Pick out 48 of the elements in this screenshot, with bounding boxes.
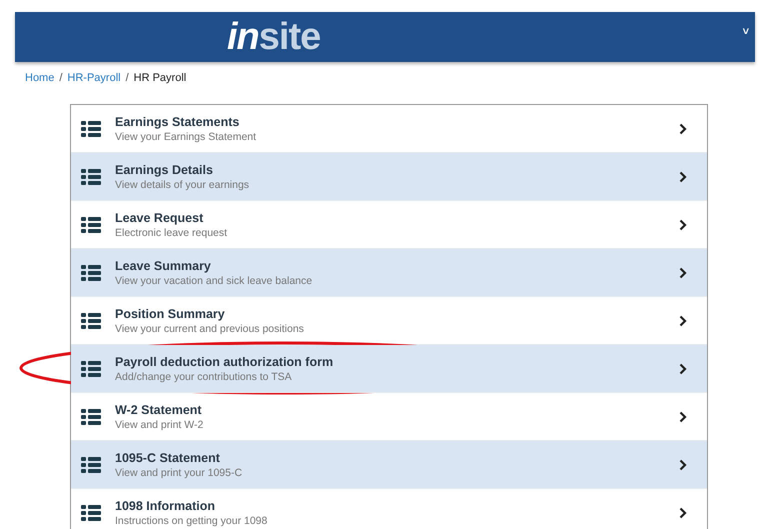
- item-description: View your vacation and sick leave balance: [115, 274, 314, 286]
- item-title: 1098 Information: [115, 498, 216, 512]
- item-title: W-2 Statement: [115, 402, 203, 416]
- item-title: Payroll deduction authorization form: [115, 354, 334, 368]
- chevron-right-icon: [679, 122, 687, 134]
- chevron-right-icon: [679, 410, 687, 422]
- chevron-right-icon: [679, 458, 687, 470]
- breadcrumb-separator: /: [59, 72, 62, 86]
- list-icon: [81, 264, 101, 280]
- chevron-right-icon: [679, 218, 687, 230]
- item-description: View your current and previous positions: [115, 322, 305, 334]
- list-icon: [81, 408, 101, 424]
- list-icon: [81, 120, 101, 136]
- chevron-right-icon: [679, 266, 687, 278]
- menu-item[interactable]: 1095-C Statement View and print your 1095-C: [71, 441, 707, 489]
- chevron-right-icon: [679, 314, 687, 326]
- chevron-right-icon: [679, 170, 687, 182]
- breadcrumb-current: HR Payroll: [134, 72, 186, 86]
- chevron-right-icon: [679, 506, 687, 518]
- logo[interactable]: insite: [227, 18, 320, 56]
- item-description: View your Earnings Statement: [115, 130, 258, 142]
- list-icon: [81, 216, 101, 232]
- menu-item[interactable]: Earnings Details View details of your earnings: [71, 153, 707, 201]
- menu-caret[interactable]: ˅: [742, 26, 749, 38]
- menu-item[interactable]: 1098 Information Instructions on getting your 1098: [71, 489, 707, 529]
- item-title: Earnings Details: [115, 162, 214, 176]
- item-description: View and print W-2: [115, 418, 204, 430]
- item-title: 1095-C Statement: [115, 450, 221, 464]
- item-title: Leave Request: [115, 210, 204, 224]
- breadcrumb-link[interactable]: HR-Payroll: [67, 72, 121, 94]
- list-icon: [81, 168, 101, 184]
- item-description: Instructions on getting your 1098: [115, 514, 268, 526]
- list-icon: [81, 504, 101, 520]
- list-icon: [81, 456, 101, 472]
- menu-item[interactable]: Leave Summary View your vacation and sick leave balance: [71, 249, 707, 297]
- item-title: Position Summary: [115, 306, 226, 320]
- menu-item[interactable]: Payroll deduction authorization form Add/change your contributions to TSA: [71, 345, 707, 393]
- breadcrumb-link[interactable]: Home: [25, 72, 54, 94]
- item-title: Leave Summary: [115, 258, 212, 272]
- item-description: Electronic leave request: [115, 226, 228, 238]
- list-icon: [81, 312, 101, 328]
- item-description: View and print your 1095-C: [115, 466, 244, 478]
- item-description: Add/change your contributions to TSA: [115, 370, 293, 382]
- chevron-right-icon: [679, 362, 687, 374]
- list-icon: [81, 360, 101, 376]
- item-description: View details of your earnings: [115, 178, 250, 190]
- breadcrumb-separator: /: [126, 72, 129, 86]
- item-title: Earnings Statements: [115, 114, 240, 128]
